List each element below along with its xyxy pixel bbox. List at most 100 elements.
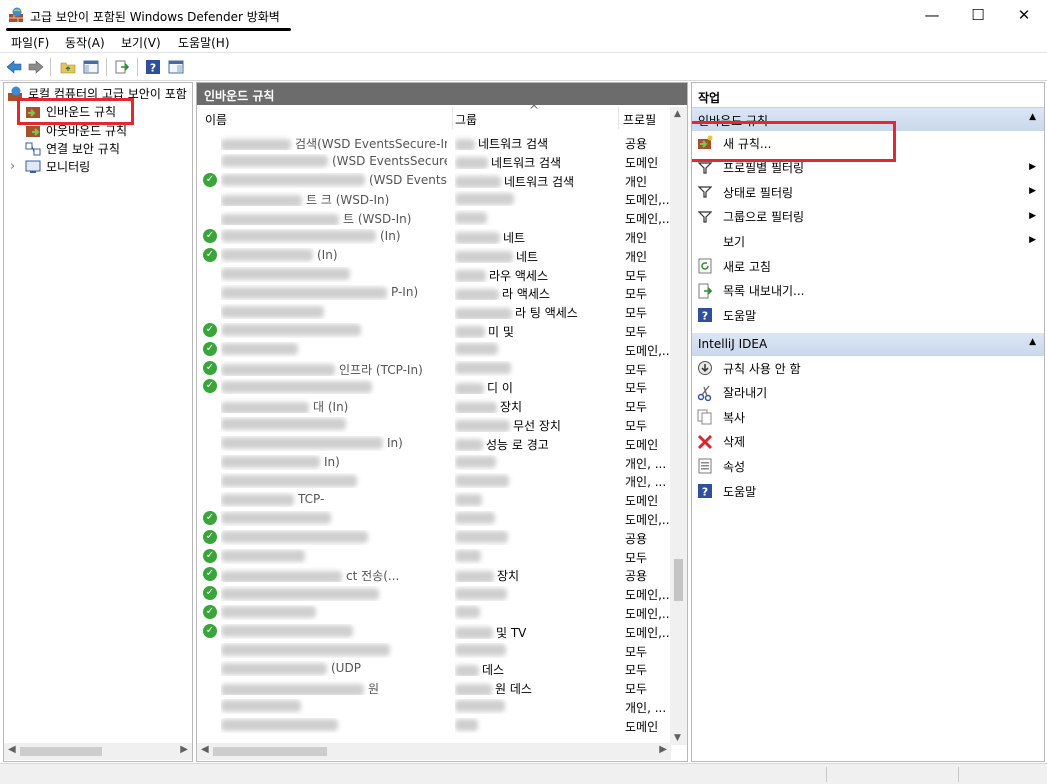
action-refresh[interactable]: 새로 고침 [692, 254, 1044, 278]
table-row[interactable]: ✓ (In) 네트 개인 [197, 246, 671, 265]
collapse-icon[interactable]: ▲ [1029, 337, 1036, 347]
table-row[interactable]: ✓ 도메인,... [197, 340, 673, 359]
table-row[interactable]: 라우 액세스 모두 [197, 265, 671, 284]
help-icon[interactable]: ? [144, 58, 162, 76]
menu-view[interactable]: 보기(V) [121, 34, 161, 51]
scroll-left-icon[interactable]: ◀ [201, 744, 209, 755]
rule-group-text: 네트워크 검색 [491, 155, 562, 169]
show-hide-tree-icon[interactable] [82, 58, 100, 76]
action-help[interactable]: ? 도움말 [692, 479, 1044, 503]
table-row[interactable]: ✓ (WSD EventsSecur 네트워크 검색 개인 [197, 171, 671, 190]
table-row[interactable]: 개인, ... [197, 697, 671, 716]
table-row[interactable]: ✓ 및 TV 도메인,... [197, 622, 674, 641]
table-row[interactable]: 모두 [197, 641, 671, 660]
table-row[interactable]: (UDP 데스 모두 [197, 659, 671, 678]
tree-item-connection-security-rules[interactable]: 연결 보안 규칙 [25, 139, 120, 158]
tree-item-monitoring[interactable]: › 모니터링 [10, 157, 90, 176]
table-row[interactable]: ✓ 디 이 모두 [197, 377, 671, 396]
table-row[interactable]: ✓ ct 전송(... 장치 공용 [197, 565, 671, 584]
collapse-icon[interactable]: ▲ [1029, 112, 1036, 122]
redacted-text [455, 719, 478, 732]
action-delete[interactable]: 삭제 [692, 430, 1044, 454]
table-row[interactable]: ✓ 모두 [197, 547, 671, 566]
table-row[interactable]: ✓ 도메인,... [197, 584, 673, 603]
rule-group: 무선 장치 [455, 417, 615, 432]
rule-name: (UDP [221, 661, 447, 676]
rule-group [455, 455, 615, 470]
close-button[interactable]: ✕ [1001, 0, 1047, 30]
scroll-left-icon[interactable]: ◀ [8, 744, 16, 755]
export-icon[interactable] [113, 58, 131, 76]
scroll-up-icon[interactable]: ▲ [674, 109, 681, 119]
enabled-check-icon: ✓ [203, 586, 217, 601]
rule-profile: 공용 [625, 531, 648, 546]
folder-up-icon[interactable] [59, 58, 77, 76]
rule-profile: 개인, ... [625, 475, 667, 490]
scrollbar-thumb[interactable] [213, 747, 327, 756]
table-row[interactable]: 개인, ... [197, 471, 671, 490]
table-row[interactable]: ✓ 미 및 모두 [197, 321, 671, 340]
menu-action[interactable]: 동작(A) [65, 34, 105, 51]
action-disable-rule[interactable]: 규칙 사용 안 함 [692, 356, 1044, 380]
table-row[interactable]: ✓ 도메인,... [197, 603, 673, 622]
column-header-name[interactable]: 이름 [205, 107, 453, 129]
rule-name-text: (WSD EventsSecur [369, 172, 447, 187]
minimize-button[interactable]: — [909, 0, 955, 30]
action-export-list[interactable]: 목록 내보내기... [692, 279, 1044, 303]
list-vertical-scrollbar[interactable]: ▲ ▼ [670, 107, 687, 745]
scrollbar-thumb[interactable] [674, 559, 683, 601]
menu-help[interactable]: 도움말(H) [178, 34, 230, 51]
redacted-text [455, 288, 499, 301]
action-cut[interactable]: 잘라내기 [692, 381, 1044, 405]
maximize-button[interactable]: ☐ [955, 0, 1001, 30]
tree-horizontal-scrollbar[interactable]: ◀ ▶ [4, 743, 192, 760]
scrollbar-thumb[interactable] [20, 747, 102, 756]
rule-profile: 모두 [625, 644, 648, 659]
table-row[interactable]: In) 개인, ... [197, 453, 671, 472]
action-help[interactable]: ? 도움말 [692, 303, 1044, 327]
action-filter[interactable]: 그룹으로 필터링 ▶ [692, 205, 1044, 229]
action-properties[interactable]: 속성 [692, 454, 1044, 478]
table-row[interactable]: ✓ (In) 네트 개인 [197, 227, 671, 246]
actions-section-intellij[interactable]: IntelliJ IDEA ▲ [692, 333, 1044, 356]
table-row[interactable]: ✓ 도메인,... [197, 509, 673, 528]
table-row[interactable]: 트 (WSD-In) 도메인,... [197, 208, 673, 227]
expand-chevron-icon[interactable]: › [10, 159, 20, 174]
rule-profile: 모두 [625, 287, 648, 302]
scroll-right-icon[interactable]: ▶ [659, 744, 667, 755]
table-row[interactable]: In) 성능 로 경고 도메인 [197, 434, 671, 453]
scroll-right-icon[interactable]: ▶ [180, 744, 188, 755]
back-arrow-icon[interactable] [5, 58, 23, 76]
action-filter[interactable]: 상태로 필터링 ▶ [692, 180, 1044, 204]
rule-name-text: ct 전송(... [346, 569, 400, 583]
list-horizontal-scrollbar[interactable]: ◀ ▶ [197, 743, 671, 760]
rule-name [221, 342, 447, 357]
action-copy[interactable]: 복사 [692, 405, 1044, 429]
rule-profile: 도메인,... [625, 625, 674, 640]
table-row[interactable]: TCP- 도메인 [197, 490, 671, 509]
table-row[interactable]: 도메인 [197, 716, 671, 735]
scroll-down-icon[interactable]: ▼ [674, 733, 681, 743]
properties-pane-icon[interactable] [167, 58, 185, 76]
column-header-profile[interactable]: 프로필 [623, 107, 671, 129]
table-row[interactable]: 대 (In) 장치 모두 [197, 396, 671, 415]
menu-file[interactable]: 파일(F) [11, 34, 49, 51]
table-row[interactable]: 트 크 (WSD-In) 도메인,... [197, 189, 673, 208]
redacted-text [221, 194, 302, 207]
rule-name: (WSD EventsSecur [221, 173, 447, 188]
table-row[interactable]: 원 원 데스 모두 [197, 678, 671, 697]
rule-group: 라 팅 액세스 [455, 304, 615, 320]
table-row[interactable]: ✓ 인프라 (TCP-In) 모두 [197, 359, 671, 378]
rule-name: 대 (In) [221, 398, 447, 414]
rule-name [221, 417, 447, 432]
table-row[interactable]: P-In) 라 액세스 모두 [197, 283, 671, 302]
rule-group: 네트 [455, 229, 615, 244]
action-view[interactable]: 보기 ▶ [692, 229, 1044, 253]
table-row[interactable]: 라 팅 액세스 모두 [197, 302, 671, 321]
table-row[interactable]: 무선 장치 모두 [197, 415, 671, 434]
action-label: 복사 [723, 410, 746, 425]
table-row[interactable]: (WSD EventsSecure-In) 네트워크 검색 도메인 [197, 152, 671, 171]
table-row[interactable]: 검색(WSD EventsSecure-In) 네트워크 검색 공용 [197, 133, 671, 152]
forward-arrow-icon[interactable] [27, 58, 45, 76]
table-row[interactable]: ✓ 공용 [197, 528, 671, 547]
